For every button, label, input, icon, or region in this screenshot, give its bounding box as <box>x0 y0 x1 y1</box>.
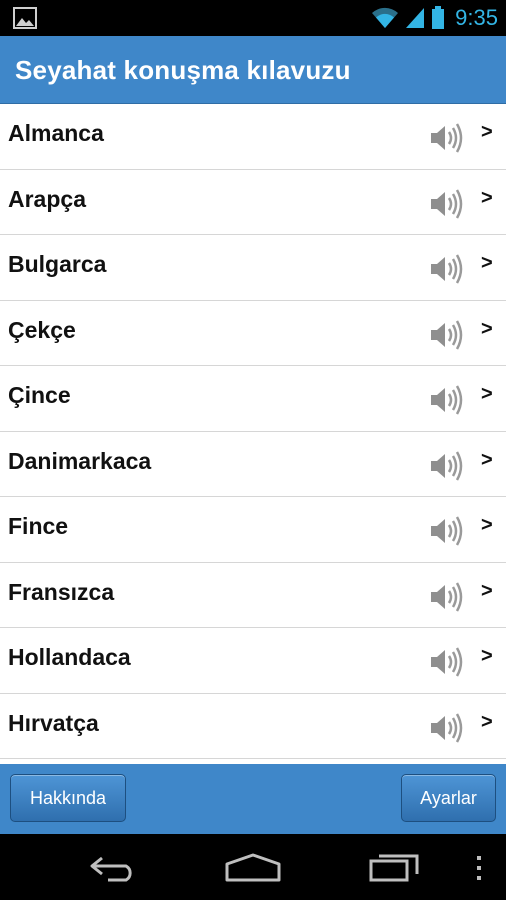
list-item[interactable]: Hollandaca > <box>0 628 506 694</box>
back-icon[interactable] <box>88 854 138 882</box>
speaker-icon[interactable] <box>428 383 464 417</box>
about-button[interactable]: Hakkında <box>10 774 126 822</box>
chevron-right-icon[interactable]: > <box>481 318 493 341</box>
recents-icon[interactable] <box>368 852 422 882</box>
speaker-icon[interactable] <box>428 580 464 614</box>
chevron-right-icon[interactable]: > <box>481 449 493 472</box>
battery-icon <box>432 6 445 29</box>
list-item-label: Çince <box>8 382 71 408</box>
status-time: 9:35 <box>455 5 498 30</box>
status-bar: 9:35 <box>0 0 506 36</box>
chevron-right-icon[interactable]: > <box>481 252 493 275</box>
settings-button[interactable]: Ayarlar <box>401 774 496 822</box>
list-item-label: Arapça <box>8 185 86 212</box>
speaker-icon[interactable] <box>428 252 464 286</box>
chevron-right-icon[interactable]: > <box>481 121 493 144</box>
speaker-icon[interactable] <box>428 449 464 483</box>
chevron-right-icon[interactable]: > <box>481 645 493 668</box>
list-item-label: Bulgarca <box>8 251 107 277</box>
list-item[interactable]: Danimarkaca > <box>0 431 506 497</box>
list-item-label: Fransızca <box>8 578 115 605</box>
home-icon[interactable] <box>224 852 282 882</box>
speaker-icon[interactable] <box>428 187 464 221</box>
list-item[interactable]: Çekçe > <box>0 300 506 366</box>
list-item[interactable]: Çince > <box>0 366 506 432</box>
speaker-icon[interactable] <box>428 121 464 155</box>
signal-icon <box>406 8 425 28</box>
list-item[interactable]: Fince > <box>0 497 506 563</box>
speaker-icon[interactable] <box>428 645 464 679</box>
chevron-right-icon[interactable]: > <box>481 187 493 210</box>
list-item-label: Çekçe <box>8 316 76 343</box>
list-item[interactable]: Arapça > <box>0 169 506 235</box>
list-item-label: Hırvatça <box>8 709 99 736</box>
list-item[interactable]: Almanca > <box>0 104 506 170</box>
system-nav-bar <box>0 834 506 900</box>
speaker-icon[interactable] <box>428 514 464 548</box>
list-item[interactable]: Hırvatça > <box>0 693 506 759</box>
chevron-right-icon[interactable]: > <box>481 383 493 406</box>
chevron-right-icon[interactable]: > <box>481 580 493 603</box>
list-item-label: Danimarkaca <box>8 447 152 474</box>
chevron-right-icon[interactable]: > <box>481 711 493 734</box>
page-title: Seyahat konuşma kılavuzu <box>15 55 351 85</box>
list-item-label: Almanca <box>8 120 104 146</box>
speaker-icon[interactable] <box>428 711 464 745</box>
list-item-label: Hollandaca <box>8 644 131 670</box>
chevron-right-icon[interactable]: > <box>481 514 493 537</box>
image-icon <box>13 7 37 29</box>
app-header: Seyahat konuşma kılavuzu <box>0 36 506 104</box>
bottom-action-bar: Hakkında Ayarlar <box>0 764 506 834</box>
wifi-icon <box>372 7 399 28</box>
list-item-label: Fince <box>8 513 69 539</box>
menu-icon[interactable] <box>474 854 484 882</box>
language-list: Almanca > Arapça > Bulgarca > Çekçe > Çi… <box>0 104 506 764</box>
list-item[interactable]: Bulgarca > <box>0 235 506 301</box>
list-item[interactable]: Fransızca > <box>0 562 506 628</box>
speaker-icon[interactable] <box>428 318 464 352</box>
